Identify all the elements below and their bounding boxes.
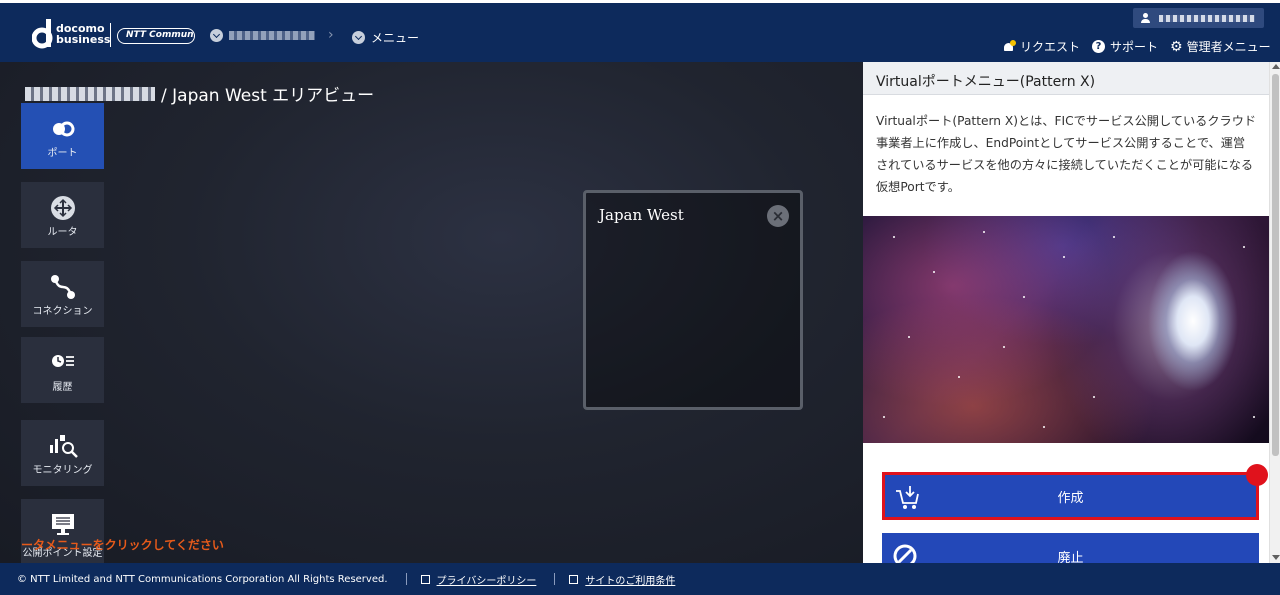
- close-icon[interactable]: ×: [767, 205, 789, 227]
- create-button[interactable]: 作成: [882, 472, 1259, 520]
- bell-icon: [1003, 39, 1016, 53]
- virtual-port-menu-panel: Virtualポートメニュー(Pattern X) Virtualポート(Pat…: [863, 62, 1269, 563]
- ntt-logo: NTT Communications: [117, 28, 195, 44]
- scroll-thumb[interactable]: [1272, 74, 1279, 456]
- gear-icon: ⚙: [1170, 38, 1183, 55]
- sidebar-item-router[interactable]: ルータ: [21, 182, 104, 248]
- panel-scrollbar[interactable]: [1269, 62, 1280, 563]
- area-panel-japan-west[interactable]: Japan West ×: [583, 190, 803, 410]
- admin-menu-link[interactable]: ⚙ 管理者メニュー: [1170, 38, 1271, 55]
- prohibit-icon: [893, 544, 917, 563]
- tenant-name-redacted: [229, 31, 315, 40]
- chevron-down-icon: [352, 31, 365, 44]
- port-icon: [53, 121, 75, 137]
- monitor-icon: [52, 514, 74, 535]
- page-title-text: / Japan West エリアビュー: [161, 86, 375, 106]
- area-view-canvas: / Japan West エリアビュー ポート ルータ コネクション 履歴 モニ…: [0, 62, 863, 565]
- support-link[interactable]: ? サポート: [1092, 38, 1158, 55]
- cart-download-icon: [896, 486, 919, 509]
- panel-description: Virtualポート(Pattern X)とは、FICでサービス公開しているクラ…: [876, 114, 1257, 194]
- breadcrumb-menu[interactable]: メニュー: [352, 29, 419, 46]
- sidebar-item-connection[interactable]: コネクション: [21, 261, 104, 327]
- request-link-label: リクエスト: [1020, 40, 1081, 54]
- copyright-text: © NTT Limited and NTT Communications Cor…: [17, 573, 388, 585]
- support-link-label: サポート: [1110, 40, 1159, 54]
- area-name: Japan West: [599, 206, 684, 224]
- footer-divider: [405, 573, 407, 585]
- sidebar-item-monitoring[interactable]: モニタリング: [21, 420, 104, 486]
- external-link-icon: [420, 574, 430, 584]
- user-icon: [1141, 13, 1151, 23]
- logo-wordmark[interactable]: docomo business: [56, 23, 110, 45]
- breadcrumb-tenant[interactable]: [210, 29, 315, 42]
- external-link-icon: [569, 574, 579, 584]
- sidebar-item-history[interactable]: 履歴: [21, 337, 104, 403]
- request-link[interactable]: リクエスト: [1003, 38, 1080, 55]
- docomo-logo-icon: [32, 19, 53, 49]
- step-badge: [1246, 464, 1268, 486]
- panel-title: Virtualポートメニュー(Pattern X): [863, 62, 1269, 95]
- abolish-button[interactable]: 廃止: [882, 533, 1259, 563]
- connection-icon: [51, 275, 75, 299]
- space-wormhole-image: [863, 216, 1269, 443]
- sidebar-item-label: モニタリング: [32, 465, 93, 476]
- breadcrumb-menu-label: メニュー: [371, 31, 420, 45]
- privacy-policy-link[interactable]: プライバシーポリシー: [437, 572, 537, 587]
- sidebar-item-label: コネクション: [32, 306, 93, 317]
- create-button-label: 作成: [1057, 490, 1084, 506]
- tenant-name-redacted: [25, 86, 155, 101]
- footer-divider: [554, 573, 556, 585]
- chevron-down-icon: [210, 29, 223, 42]
- sidebar-item-label: ルータ: [47, 227, 78, 238]
- user-account-button[interactable]: [1133, 8, 1264, 28]
- breadcrumb-separator-icon: ›: [328, 27, 334, 43]
- history-icon: [52, 355, 74, 367]
- scroll-up-icon[interactable]: [1272, 64, 1280, 69]
- sidebar-item-label: 履歴: [52, 382, 73, 393]
- instruction-hint: ータメニューをクリックしてください: [21, 538, 224, 552]
- monitoring-icon: [50, 435, 78, 458]
- app-footer: © NTT Limited and NTT Communications Cor…: [0, 563, 1280, 595]
- sidebar-item-label: ポート: [47, 148, 78, 159]
- question-icon: ?: [1092, 40, 1105, 53]
- abolish-button-label: 廃止: [1057, 550, 1084, 564]
- app-header: docomo business NTT Communications › メニュ…: [0, 0, 1280, 62]
- terms-of-use-link[interactable]: サイトのご利用条件: [585, 572, 675, 587]
- sidebar-item-port[interactable]: ポート: [21, 103, 104, 169]
- sidebar-item-public-point[interactable]: 公開ポイント設定: [21, 499, 104, 565]
- logo-divider: [110, 23, 111, 47]
- router-icon: [51, 196, 75, 220]
- user-name-redacted: [1159, 14, 1255, 22]
- scroll-down-icon[interactable]: [1272, 555, 1280, 560]
- admin-menu-label: 管理者メニュー: [1186, 40, 1271, 54]
